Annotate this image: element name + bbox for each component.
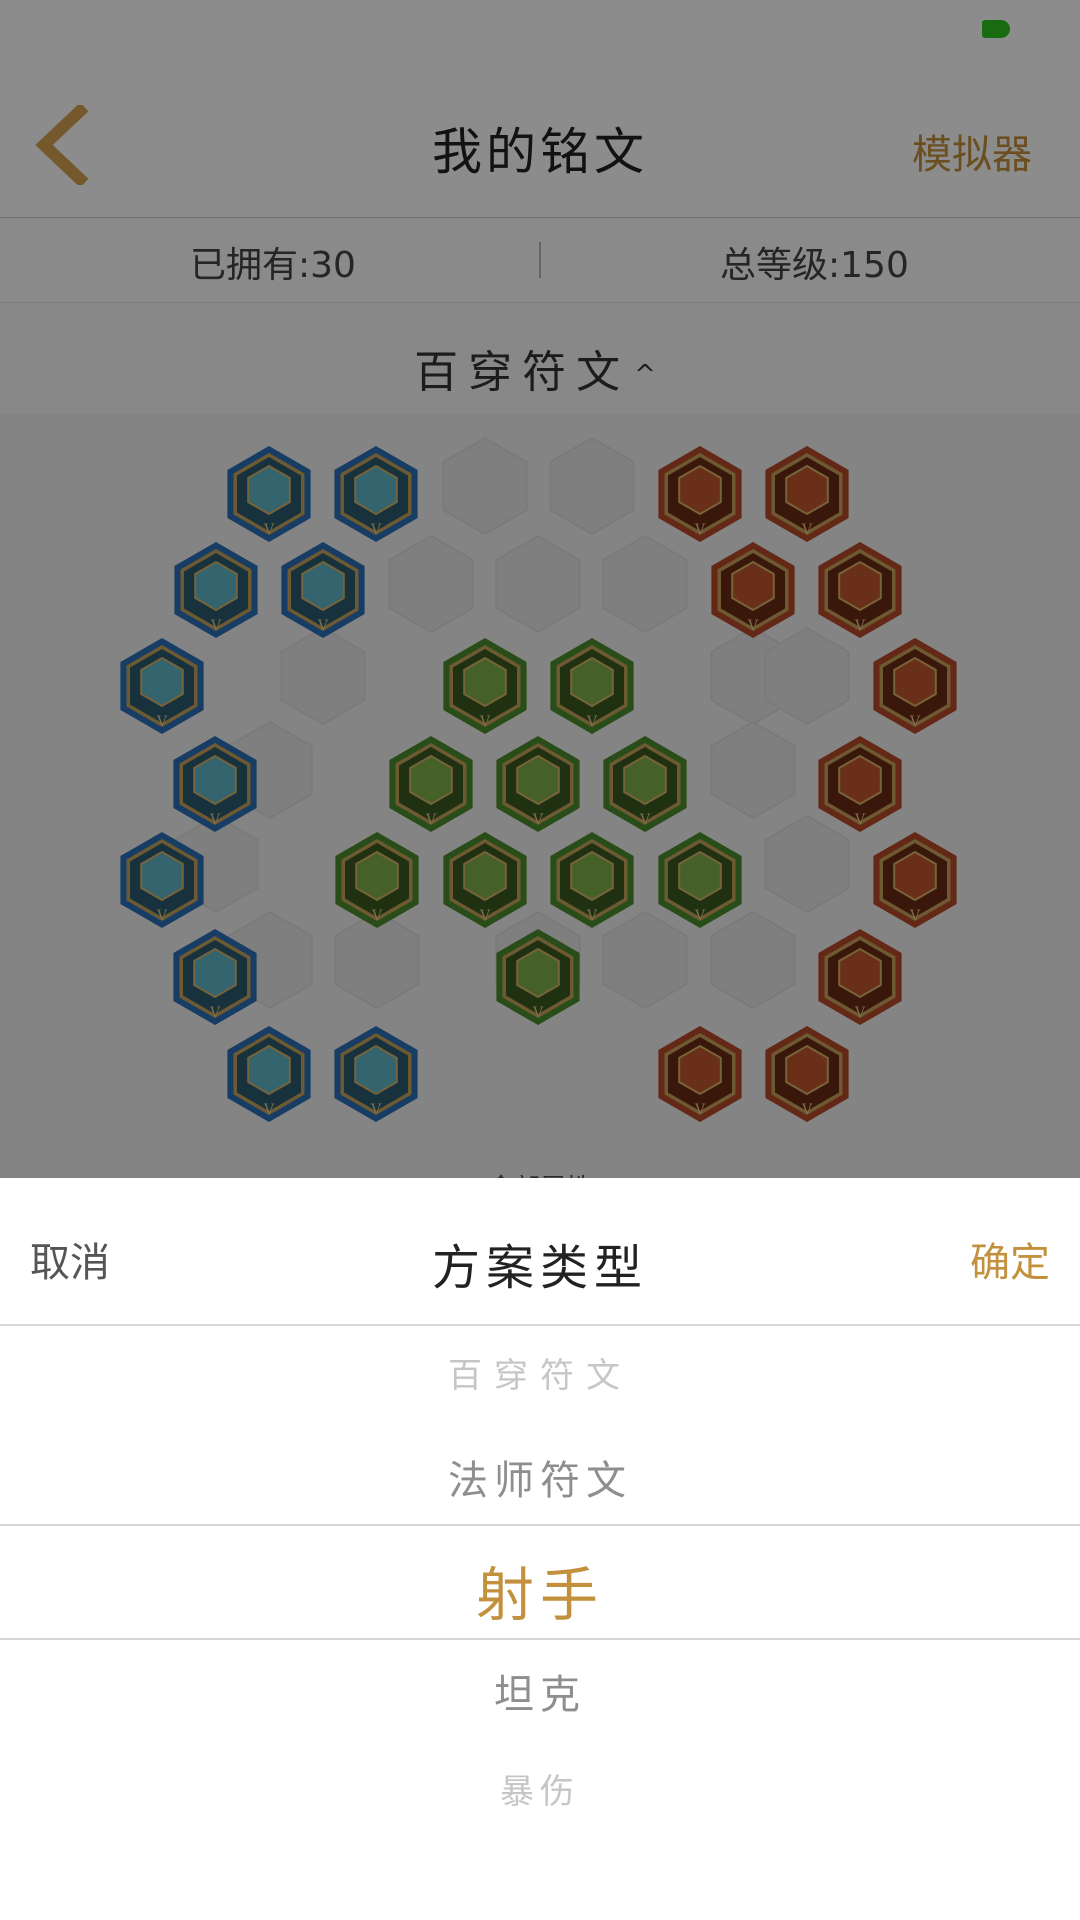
- sheet-header: 取消 方案类型 确定: [0, 1178, 1080, 1326]
- plan-type-picker[interactable]: 百穿符文 法师符文 射手 坦克 暴伤: [0, 1326, 1080, 1920]
- dim-overlay[interactable]: [0, 0, 1080, 1178]
- picker-option-selected[interactable]: 射手: [0, 1548, 1080, 1632]
- selection-line-top: [0, 1524, 1080, 1526]
- picker-option[interactable]: 坦克: [0, 1662, 1080, 1720]
- sheet-title: 方案类型: [431, 1240, 648, 1296]
- picker-option[interactable]: 百穿符文: [0, 1348, 1080, 1397]
- confirm-button[interactable]: 确定: [970, 1230, 1050, 1288]
- picker-option[interactable]: 暴伤: [0, 1764, 1080, 1813]
- selection-line-bottom: [0, 1638, 1080, 1640]
- plan-type-picker-sheet: 取消 方案类型 确定 百穿符文 法师符文 射手 坦克 暴伤: [0, 1178, 1080, 1920]
- picker-option[interactable]: 法师符文: [0, 1448, 1080, 1506]
